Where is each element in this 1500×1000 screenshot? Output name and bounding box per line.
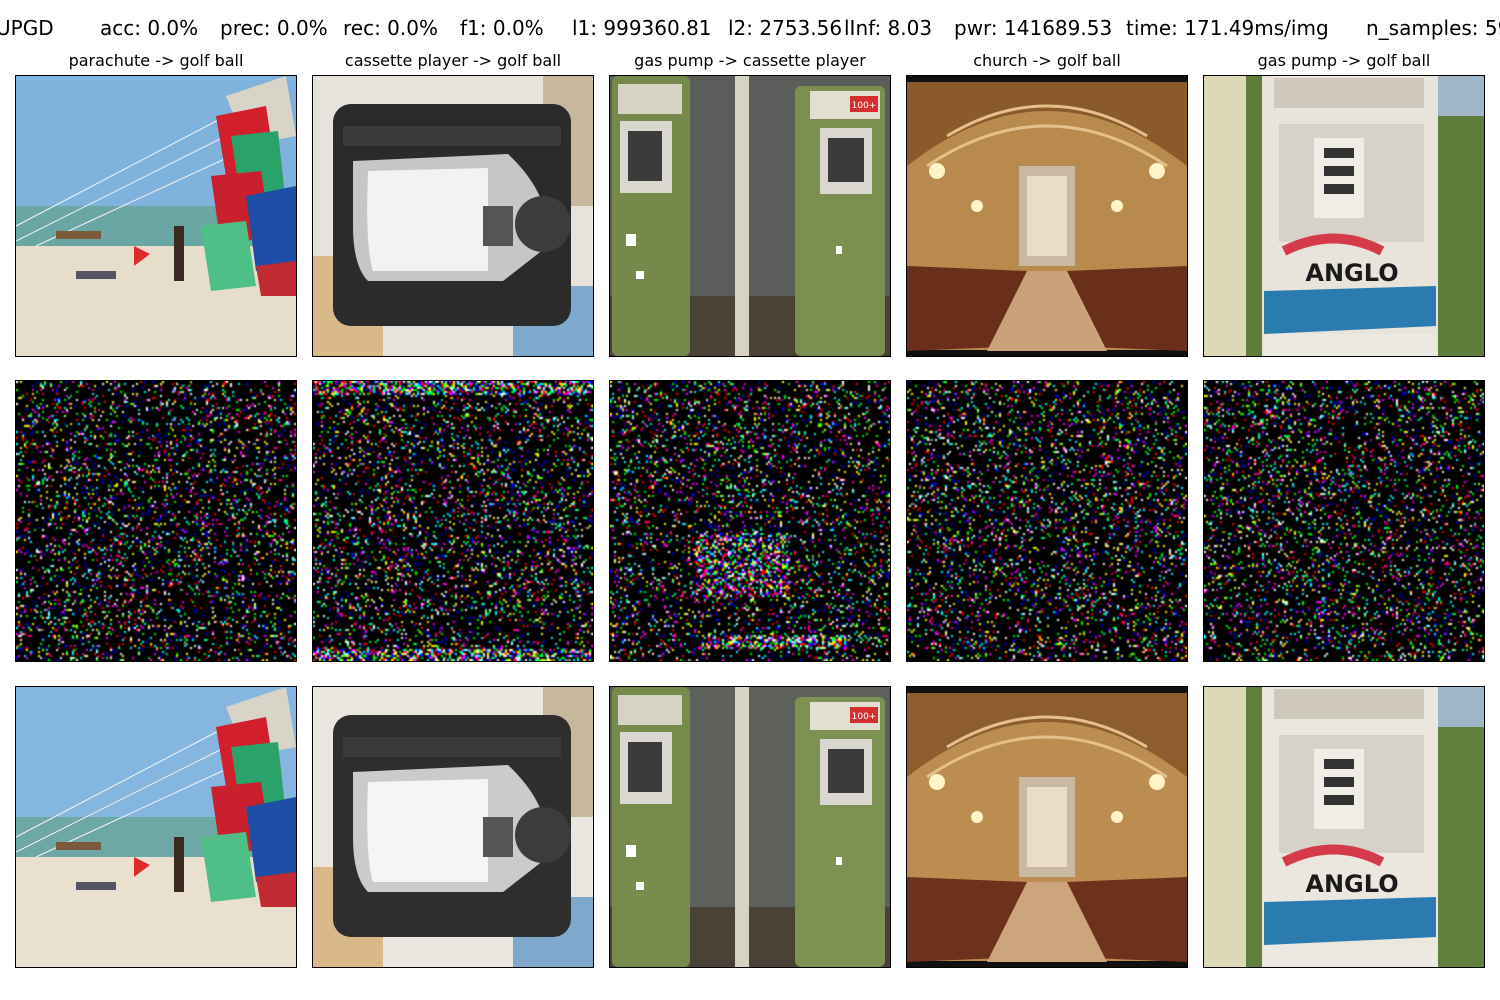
perturbation-noise-5 [1203, 380, 1485, 662]
column-title-3: gas pump -> cassette player [634, 51, 866, 70]
perturbation-noise-4 [906, 380, 1188, 662]
column-title-4: church -> golf ball [973, 51, 1121, 70]
original-image-anglo-pump: ANGLO [1203, 75, 1485, 357]
adversarial-image-gas-pumps: 100+ [609, 686, 891, 968]
pump-number-label: 100+ [852, 712, 877, 722]
original-image-parachute [15, 75, 297, 357]
adversarial-image-parachute [15, 686, 297, 968]
column-title-5: gas pump -> golf ball [1257, 51, 1431, 70]
original-image-cassette [312, 75, 594, 357]
adversarial-image-cassette [312, 686, 594, 968]
adversarial-image-anglo-pump: ANGLO [1203, 686, 1485, 968]
anglo-brand-label: ANGLO [1305, 870, 1398, 898]
perturbation-noise-3 [609, 380, 891, 662]
perturbation-noise-2 [312, 380, 594, 662]
column-title-1: parachute -> golf ball [68, 51, 244, 70]
original-image-church [906, 75, 1188, 357]
column-title-2: cassette player -> golf ball [344, 51, 562, 70]
anglo-brand-label: ANGLO [1305, 259, 1398, 287]
adversarial-image-church [906, 686, 1188, 968]
pump-number-label: 100+ [852, 101, 877, 111]
original-image-gas-pumps: 100+ [609, 75, 891, 357]
perturbation-noise-1 [15, 380, 297, 662]
